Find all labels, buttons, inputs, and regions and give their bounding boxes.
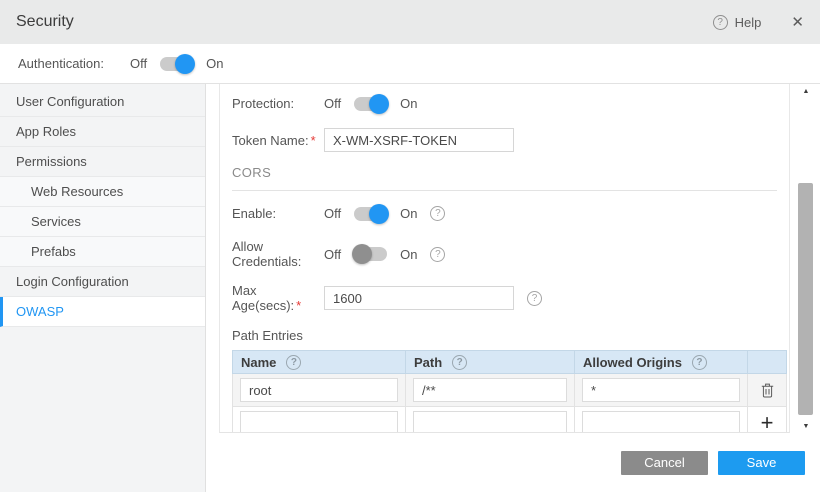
question-circle-icon[interactable] [692, 355, 707, 370]
dialog-footer: Cancel Save [206, 433, 820, 492]
path-entry-name-input[interactable] [240, 378, 398, 402]
owasp-settings-panel: Protection: Off On Token Name:* [219, 84, 790, 433]
table-header-row: Name Path Allowed Origins [233, 351, 787, 374]
authentication-toggle[interactable]: Off On [130, 56, 223, 71]
sidebar-item-services[interactable]: Services [0, 207, 205, 237]
protection-toggle[interactable]: Off On [324, 96, 417, 111]
required-asterisk: * [296, 298, 301, 313]
vertical-scrollbar[interactable] [790, 84, 820, 433]
column-header-path: Path [406, 351, 575, 374]
token-name-label: Token Name:* [232, 133, 324, 148]
allow-credentials-toggle[interactable]: Off On [324, 247, 417, 262]
token-name-row: Token Name:* [232, 128, 777, 152]
max-age-field[interactable] [324, 286, 514, 310]
cors-section-title: CORS [232, 165, 777, 180]
toggle-off-label: Off [324, 206, 341, 221]
toggle-off-label: Off [324, 247, 341, 262]
delete-row-button[interactable] [748, 374, 787, 407]
authentication-label: Authentication: [18, 56, 104, 71]
column-header-actions [748, 351, 787, 374]
path-entry-name-input[interactable] [240, 411, 398, 433]
page-title: Security [16, 13, 74, 31]
toggle-knob [352, 244, 372, 264]
scroll-down-icon[interactable] [800, 423, 812, 430]
sidebar-item-owasp[interactable]: OWASP [0, 297, 205, 327]
toggle-off-label: Off [324, 96, 341, 111]
content-gutter [206, 84, 219, 433]
question-circle-icon[interactable] [452, 355, 467, 370]
authentication-bar: Authentication: Off On [0, 44, 820, 84]
column-header-name: Name [233, 351, 406, 374]
path-entry-origins-input[interactable] [582, 378, 740, 402]
sidebar-item-web-resources[interactable]: Web Resources [0, 177, 205, 207]
toggle-switch[interactable] [354, 247, 387, 261]
toggle-on-label: On [400, 96, 417, 111]
toggle-knob [369, 204, 389, 224]
column-header-allowed-origins: Allowed Origins [575, 351, 748, 374]
question-circle-icon[interactable] [430, 206, 445, 221]
enable-label: Enable: [232, 206, 324, 221]
allow-credentials-row: Allow Credentials: Off On [232, 239, 777, 269]
toggle-knob [369, 94, 389, 114]
path-entries-label: Path Entries [232, 328, 777, 343]
trash-icon [761, 382, 774, 397]
max-age-label: Max Age(secs):* [232, 283, 324, 313]
sidebar-item-user-configuration[interactable]: User Configuration [0, 87, 205, 117]
enable-toggle[interactable]: Off On [324, 206, 417, 221]
sidebar-item-permissions[interactable]: Permissions [0, 147, 205, 177]
sidebar-item-prefabs[interactable]: Prefabs [0, 237, 205, 267]
sidebar-item-login-configuration[interactable]: Login Configuration [0, 267, 205, 297]
path-entries-table: Name Path Allowed Origins [232, 350, 787, 433]
table-row [233, 407, 787, 434]
section-divider [232, 190, 777, 191]
toggle-on-label: On [400, 206, 417, 221]
protection-row: Protection: Off On [232, 96, 777, 111]
cancel-button[interactable]: Cancel [621, 451, 708, 475]
add-row-button[interactable] [748, 407, 787, 434]
question-circle-icon [713, 15, 728, 30]
allow-credentials-label: Allow Credentials: [232, 239, 324, 269]
help-label: Help [735, 15, 762, 30]
question-circle-icon[interactable] [286, 355, 301, 370]
scrollbar-thumb[interactable] [798, 183, 813, 415]
save-button[interactable]: Save [718, 451, 805, 475]
required-asterisk: * [311, 133, 316, 148]
question-circle-icon[interactable] [527, 291, 542, 306]
toggle-switch[interactable] [354, 97, 387, 111]
sidebar-item-app-roles[interactable]: App Roles [0, 117, 205, 147]
security-dialog: Security Help Authentication: Off On Use… [0, 0, 820, 492]
column-label: Allowed Origins [583, 355, 682, 370]
path-entry-origins-input[interactable] [582, 411, 740, 433]
toggle-switch[interactable] [160, 57, 193, 71]
toggle-on-label: On [206, 56, 223, 71]
token-name-field[interactable] [324, 128, 514, 152]
scroll-up-icon[interactable] [800, 88, 812, 95]
table-row [233, 374, 787, 407]
column-label: Name [241, 355, 276, 370]
close-icon[interactable] [791, 15, 804, 30]
question-circle-icon[interactable] [430, 247, 445, 262]
toggle-switch[interactable] [354, 207, 387, 221]
path-entry-path-input[interactable] [413, 378, 567, 402]
toggle-on-label: On [400, 247, 417, 262]
max-age-label-text: Max Age(secs): [232, 283, 294, 313]
column-label: Path [414, 355, 442, 370]
protection-label: Protection: [232, 96, 324, 111]
toggle-knob [175, 54, 195, 74]
path-entry-path-input[interactable] [413, 411, 567, 433]
plus-icon [761, 412, 774, 433]
token-name-label-text: Token Name: [232, 133, 309, 148]
cors-enable-row: Enable: Off On [232, 206, 777, 221]
help-button[interactable]: Help [713, 15, 762, 30]
toggle-off-label: Off [130, 56, 147, 71]
dialog-header: Security Help [0, 0, 820, 44]
sidebar: User Configuration App Roles Permissions… [0, 84, 206, 492]
max-age-row: Max Age(secs):* [232, 283, 777, 313]
